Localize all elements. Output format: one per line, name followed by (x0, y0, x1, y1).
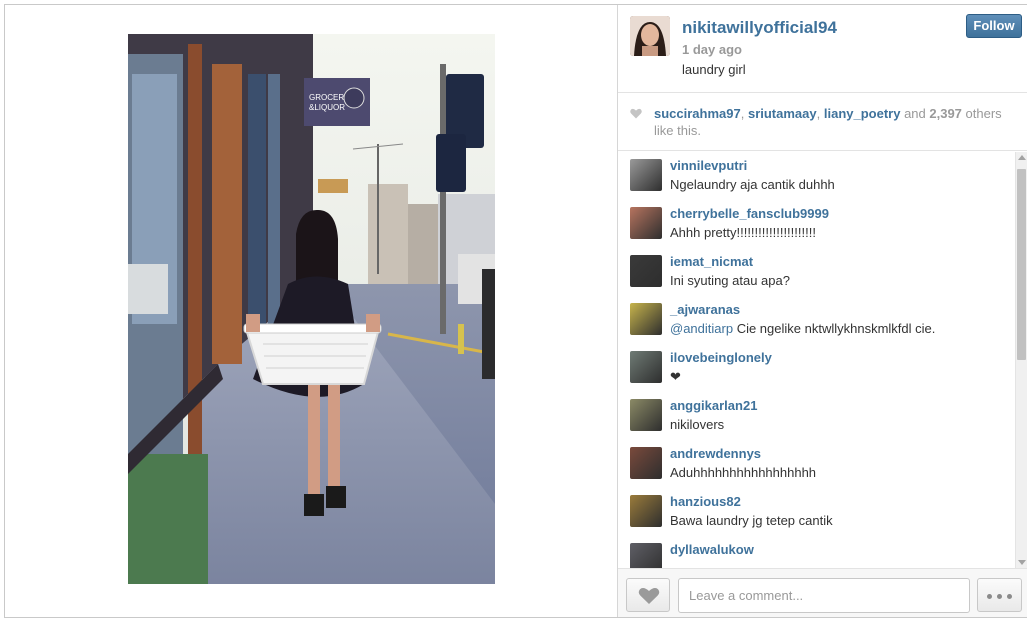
likes-count[interactable]: 2,397 (929, 106, 962, 121)
commenter-username[interactable]: hanzious82 (670, 494, 741, 509)
liker-username[interactable]: sriutamaay (748, 106, 817, 121)
likes-summary: succirahma97, sriutamaay, liany_poetry a… (618, 94, 1027, 151)
like-button[interactable] (626, 578, 670, 612)
comment-text: nikilovers (670, 417, 725, 432)
comments-list: vinnilevputri Ngelaundry aja cantik duhh… (618, 152, 1015, 568)
commenter-avatar[interactable] (630, 495, 662, 527)
more-options-button[interactable] (977, 578, 1022, 612)
comment-text: Ahhh pretty!!!!!!!!!!!!!!!!!!!!!! (670, 225, 816, 240)
comment-text: Ngelaundry aja cantik duhhh (670, 177, 835, 192)
post-details-panel: nikitawillyofficial94 1 day ago laundry … (617, 5, 1027, 617)
liker-username[interactable]: succirahma97 (654, 106, 741, 121)
likes-like-this: like this. (654, 123, 701, 138)
ellipsis-icon (987, 594, 992, 599)
commenter-avatar[interactable] (630, 447, 662, 479)
commenter-username[interactable]: iemat_nicmat (670, 254, 753, 269)
likes-separator: , (740, 106, 748, 121)
scrollbar-thumb[interactable] (1017, 169, 1026, 360)
poster-avatar[interactable] (630, 16, 670, 56)
comment-text: Bawa laundry jg tetep cantik (670, 513, 833, 528)
comments-scrollbar[interactable] (1015, 152, 1027, 568)
comment-mention[interactable]: @anditiarp (670, 321, 733, 336)
commenter-avatar[interactable] (630, 207, 662, 239)
commenter-avatar[interactable] (630, 543, 662, 568)
comment-item: hanzious82 Bawa laundry jg tetep cantik (618, 488, 1015, 536)
instagram-post-window: GROCERY &LIQUOR nikitawillyofficial94 1 … (4, 4, 1027, 618)
heart-icon (638, 588, 660, 604)
heart-icon (630, 108, 642, 119)
scroll-down-arrow-icon[interactable] (1018, 560, 1026, 565)
commenter-username[interactable]: cherrybelle_fansclub9999 (670, 206, 829, 221)
commenter-avatar[interactable] (630, 255, 662, 287)
comment-text: @anditiarp Cie ngelike nktwllykhnskmlkfd… (670, 321, 935, 336)
comment-text: Aduhhhhhhhhhhhhhhhhh (670, 465, 817, 480)
post-caption: laundry girl (682, 62, 746, 77)
commenter-username[interactable]: vinnilevputri (670, 158, 747, 173)
commenter-avatar[interactable] (630, 159, 662, 191)
ellipsis-icon (1007, 594, 1012, 599)
comment-item: _ajwaranas @anditiarp Cie ngelike nktwll… (618, 296, 1015, 344)
comment-item: iemat_nicmat Ini syuting atau apa? (618, 248, 1015, 296)
commenter-avatar[interactable] (630, 303, 662, 335)
commenter-username[interactable]: _ajwaranas (670, 302, 740, 317)
comment-text: Ini syuting atau apa? (670, 273, 790, 288)
comment-item: dyllawalukow (618, 536, 1015, 568)
post-header: nikitawillyofficial94 1 day ago laundry … (618, 5, 1027, 93)
comment-composer (618, 568, 1027, 617)
poster-username[interactable]: nikitawillyofficial94 (682, 18, 837, 38)
scroll-up-arrow-icon[interactable] (1018, 155, 1026, 160)
commenter-username[interactable]: dyllawalukow (670, 542, 754, 557)
commenter-username[interactable]: andrewdennys (670, 446, 761, 461)
comment-item: andrewdennys Aduhhhhhhhhhhhhhhhhh (618, 440, 1015, 488)
comment-item: ilovebeinglonely ❤ (618, 344, 1015, 392)
commenter-avatar[interactable] (630, 351, 662, 383)
comment-item: anggikarlan21 nikilovers (618, 392, 1015, 440)
post-photo[interactable]: GROCERY &LIQUOR (128, 34, 495, 584)
photo-panel: GROCERY &LIQUOR (5, 5, 617, 617)
commenter-username[interactable]: ilovebeinglonely (670, 350, 772, 365)
comment-item: vinnilevputri Ngelaundry aja cantik duhh… (618, 152, 1015, 200)
ellipsis-icon (997, 594, 1002, 599)
comment-text-rest: Cie ngelike nktwllykhnskmlkfdl cie. (733, 321, 936, 336)
likes-and: and (900, 106, 930, 121)
post-time[interactable]: 1 day ago (682, 42, 742, 57)
likes-others: others (961, 106, 1002, 121)
comment-text: ❤ (670, 369, 681, 384)
grocery-sign-line2: &LIQUOR (309, 103, 345, 112)
commenter-avatar[interactable] (630, 399, 662, 431)
comment-input[interactable] (678, 578, 970, 613)
likes-separator: , (816, 106, 824, 121)
follow-button[interactable]: Follow (966, 14, 1022, 38)
commenter-username[interactable]: anggikarlan21 (670, 398, 757, 413)
liker-username[interactable]: liany_poetry (824, 106, 901, 121)
comment-item: cherrybelle_fansclub9999 Ahhh pretty!!!!… (618, 200, 1015, 248)
